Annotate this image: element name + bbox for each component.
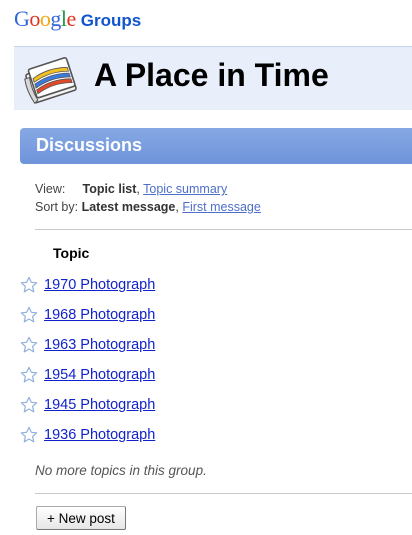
discussions-header: Discussions: [20, 128, 412, 164]
logo-letter: G: [14, 6, 30, 31]
no-more-topics-text: No more topics in this group.: [35, 463, 207, 478]
star-icon[interactable]: [20, 276, 38, 294]
group-title-bar: A Place in Time: [14, 46, 412, 110]
topic-link[interactable]: 1970 Photograph: [44, 277, 155, 293]
star-icon[interactable]: [20, 426, 38, 444]
sort-label: Sort by:: [35, 200, 79, 214]
divider: [35, 229, 412, 230]
sort-current: Latest message: [81, 200, 176, 214]
list-item: 1970 Photograph: [20, 270, 412, 300]
star-icon[interactable]: [20, 366, 38, 384]
new-post-button[interactable]: + New post: [36, 506, 126, 530]
view-controls: View: Topic list, Topic summary Sort by:…: [35, 180, 261, 216]
list-item: 1954 Photograph: [20, 360, 412, 390]
newspaper-icon: [24, 57, 77, 105]
groups-logo-text: Groups: [80, 11, 142, 30]
topic-link[interactable]: 1936 Photograph: [44, 427, 155, 443]
page: Google Groups A Place in Time Discussion…: [0, 0, 412, 535]
logo-letter: e: [66, 6, 77, 31]
divider: [35, 493, 412, 494]
view-label: View:: [35, 182, 66, 196]
star-icon[interactable]: [20, 306, 38, 324]
star-icon[interactable]: [20, 336, 38, 354]
topic-summary-link[interactable]: Topic summary: [143, 182, 227, 196]
view-current: Topic list: [82, 182, 137, 196]
view-row: View: Topic list, Topic summary: [35, 182, 228, 196]
topic-column-header: Topic: [53, 245, 90, 261]
list-item: 1963 Photograph: [20, 330, 412, 360]
topic-link[interactable]: 1968 Photograph: [44, 307, 155, 323]
google-logo-text: Google: [14, 6, 76, 32]
topic-link[interactable]: 1945 Photograph: [44, 397, 155, 413]
sort-row: Sort by: Latest message, First message: [35, 200, 261, 214]
logo-letter: g: [50, 6, 61, 31]
group-title: A Place in Time: [94, 57, 329, 93]
first-message-link[interactable]: First message: [182, 200, 261, 214]
list-item: 1945 Photograph: [20, 390, 412, 420]
discussions-title: Discussions: [36, 135, 143, 155]
list-item: 1968 Photograph: [20, 300, 412, 330]
topic-link[interactable]: 1963 Photograph: [44, 337, 155, 353]
logo-letter: o: [39, 6, 51, 31]
topic-link[interactable]: 1954 Photograph: [44, 367, 155, 383]
star-icon[interactable]: [20, 396, 38, 414]
logo-letter: o: [29, 6, 40, 31]
topic-list: 1970 Photograph 1968 Photograph 1963 Pho…: [20, 270, 412, 450]
google-groups-logo[interactable]: Google Groups: [14, 6, 141, 36]
list-item: 1936 Photograph: [20, 420, 412, 450]
